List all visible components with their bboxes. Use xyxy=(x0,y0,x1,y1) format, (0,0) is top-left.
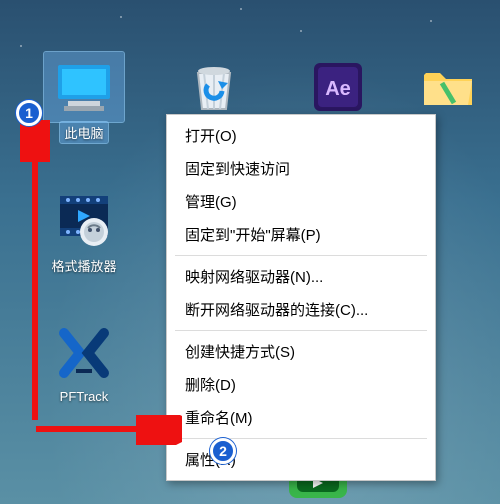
desktop-icon-generic[interactable]: Ae xyxy=(290,52,386,122)
decorative-star xyxy=(20,45,22,47)
ctx-separator xyxy=(175,438,427,439)
ctx-delete[interactable]: 删除(D) xyxy=(167,368,435,401)
decorative-star xyxy=(120,16,122,18)
ctx-rename[interactable]: 重命名(M) xyxy=(167,401,435,434)
desktop-icon-pftrack[interactable]: PFTrack xyxy=(36,318,132,405)
desktop-icon-media-player[interactable]: 格式播放器 xyxy=(36,185,132,276)
ctx-open[interactable]: 打开(O) xyxy=(167,119,435,152)
media-player-icon xyxy=(44,185,124,255)
annotation-badge-1: 1 xyxy=(16,100,42,126)
ctx-map-network-drive[interactable]: 映射网络驱动器(N)... xyxy=(167,260,435,293)
decorative-star xyxy=(300,30,302,32)
ctx-separator xyxy=(175,330,427,331)
desktop-background[interactable]: 此电脑 格式播放器 xyxy=(0,0,500,504)
ctx-separator xyxy=(175,255,427,256)
pftrack-icon xyxy=(44,318,124,388)
folder-icon xyxy=(408,52,488,122)
context-menu: 打开(O) 固定到快速访问 管理(G) 固定到"开始"屏幕(P) 映射网络驱动器… xyxy=(166,114,436,481)
svg-text:Ae: Ae xyxy=(325,78,351,100)
ctx-properties[interactable]: 属性(R) xyxy=(167,443,435,476)
decorative-star xyxy=(430,20,432,22)
decorative-star xyxy=(240,8,242,10)
desktop-icon-recycle-bin[interactable] xyxy=(166,52,262,122)
recycle-bin-icon xyxy=(174,52,254,122)
ctx-manage[interactable]: 管理(G) xyxy=(167,185,435,218)
desktop-icon-folder[interactable] xyxy=(400,52,496,122)
annotation-arrow xyxy=(32,415,182,445)
desktop-icon-label: PFTrack xyxy=(56,388,113,405)
ctx-pin-start[interactable]: 固定到"开始"屏幕(P) xyxy=(167,218,435,251)
desktop-icon-label: 此电脑 xyxy=(60,122,107,143)
ctx-pin-quick-access[interactable]: 固定到快速访问 xyxy=(167,152,435,185)
app-tile-icon: Ae xyxy=(298,52,378,122)
desktop-icon-this-pc[interactable]: 此电脑 xyxy=(36,52,132,143)
annotation-badge-2: 2 xyxy=(210,438,236,464)
ctx-create-shortcut[interactable]: 创建快捷方式(S) xyxy=(167,335,435,368)
ctx-disconnect-network-drive[interactable]: 断开网络驱动器的连接(C)... xyxy=(167,293,435,326)
desktop-icon-label: 格式播放器 xyxy=(47,255,120,276)
this-pc-icon xyxy=(44,52,124,122)
